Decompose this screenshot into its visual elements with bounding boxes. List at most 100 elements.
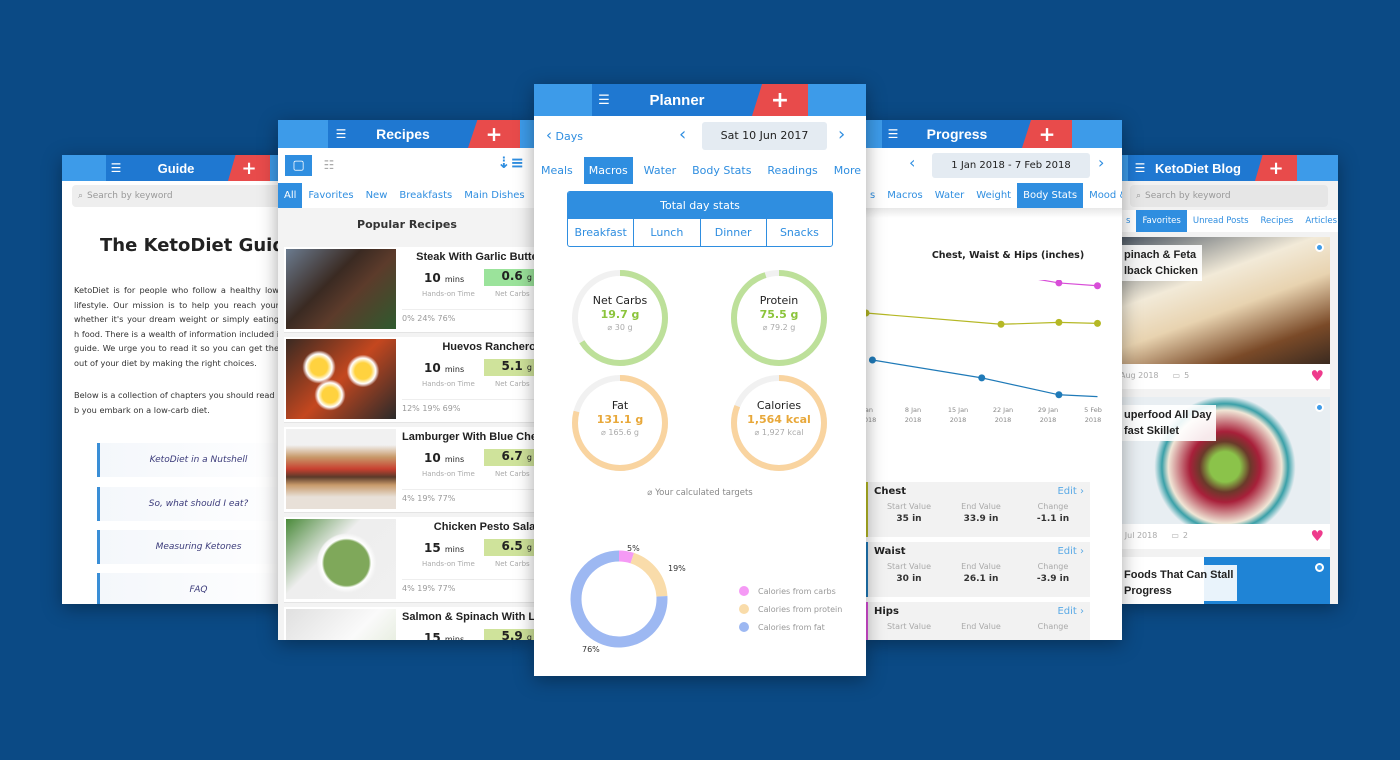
favorite-heart-icon[interactable]: ♥: [1311, 527, 1324, 545]
ring-value: 1,564 kcal: [747, 413, 811, 426]
previous-day-button[interactable]: ‹: [679, 124, 686, 145]
date-range[interactable]: 1 Jan 2018 - 7 Feb 2018: [932, 153, 1090, 178]
menu-icon[interactable]: ☰: [882, 120, 904, 148]
recipe-card[interactable]: Steak With Garlic Butter 10 mins 0.6 g Hand…: [284, 247, 536, 333]
tab-mood-e[interactable]: Mood & E: [1083, 183, 1122, 208]
carbs-value: 5.1: [501, 359, 523, 373]
meal-tab-dinner[interactable]: Dinner: [699, 219, 766, 246]
chapter-link[interactable]: FAQ: [97, 573, 292, 604]
recipe-card[interactable]: Lamburger With Blue Chee 10 mins 6.7 g Hand…: [284, 427, 536, 513]
time-unit: mins: [444, 455, 465, 464]
blog-tabs: sFavoritesUnread PostsRecipesArticlesVi: [1120, 210, 1338, 232]
tab-all[interactable]: All: [278, 183, 303, 208]
legend-swatch: [739, 622, 749, 632]
data-point: [1055, 391, 1063, 399]
blog-post-card[interactable]: Foods That Can Stall Progress: [1120, 557, 1330, 604]
tab-meals[interactable]: Meals: [536, 157, 578, 184]
recipe-image: [286, 339, 396, 419]
recipe-card[interactable]: Huevos Rancheros 10 mins 5.1 g Hands-on Tim…: [284, 337, 536, 423]
days-back-button[interactable]: ‹ Days: [546, 126, 583, 144]
tab-s[interactable]: s: [864, 183, 881, 208]
tab-body-stats[interactable]: Body Stats: [1017, 183, 1084, 208]
time-value: 10: [424, 451, 441, 465]
menu-icon[interactable]: ☰: [1130, 155, 1150, 181]
post-date: l Jul 2018: [1120, 531, 1158, 540]
menu-icon[interactable]: ☰: [330, 120, 352, 148]
stat-name: Waist: [874, 546, 906, 557]
edit-button[interactable]: Edit ›: [1057, 486, 1084, 497]
meal-tab-snacks[interactable]: Snacks: [765, 219, 832, 246]
edit-button[interactable]: Edit ›: [1057, 546, 1084, 557]
menu-icon[interactable]: ☰: [106, 155, 126, 181]
screen-title: Planner: [592, 84, 762, 116]
x-tick-label: 2018: [1040, 416, 1057, 424]
meal-tab-lunch[interactable]: Lunch: [633, 219, 699, 246]
recipe-image: [286, 249, 396, 329]
tab-favorites[interactable]: Favorites: [1136, 210, 1187, 232]
tab-water[interactable]: Water: [639, 157, 682, 184]
data-point: [1055, 318, 1063, 326]
ring-value: 19.7 g: [600, 308, 640, 321]
x-tick-label: 2018: [905, 416, 922, 424]
list-view-icon[interactable]: ☷: [318, 155, 340, 176]
hands-on-time: 15 mins: [424, 541, 464, 555]
blog-post-card[interactable]: pinach & Feta lback Chicken Aug 2018 ▭ 5 ♥: [1120, 237, 1330, 389]
tab-articles[interactable]: Articles: [1299, 210, 1338, 232]
previous-range-button[interactable]: ‹: [909, 153, 915, 172]
hands-on-time: 10 mins: [424, 361, 464, 375]
net-carbs-badge: 5.9 g: [484, 629, 536, 640]
stat-label: End Value: [961, 622, 1001, 631]
meal-tab-breakfast[interactable]: Breakfast: [568, 219, 633, 246]
chapter-link[interactable]: Measuring Ketones: [97, 530, 292, 564]
tab-breakfasts[interactable]: Breakfasts: [393, 183, 458, 208]
recipe-card[interactable]: Salmon & Spinach With Lemon C 15 mins 5.9 …: [284, 607, 536, 640]
targets-note: ⌀ Your calculated targets: [647, 488, 753, 498]
tab-body-stats[interactable]: Body Stats: [687, 157, 756, 184]
x-tick-label: 15 Jan: [948, 406, 968, 414]
tab-macros[interactable]: Macros: [583, 157, 633, 184]
time-value: 15: [424, 631, 441, 640]
sort-icon[interactable]: ⇣≡: [497, 153, 524, 172]
search-input[interactable]: ⌕ Search by keyword: [1130, 185, 1328, 207]
chapter-link[interactable]: KetoDiet in a Nutshell: [97, 443, 292, 477]
next-day-button[interactable]: ›: [838, 124, 845, 145]
donut-slice: [618, 550, 634, 564]
carbs-unit: g: [526, 273, 532, 282]
edit-button[interactable]: Edit ›: [1057, 606, 1084, 617]
search-icon: ⌕: [1136, 191, 1142, 201]
recipe-card[interactable]: Chicken Pesto Salad 15 mins 6.5 g Hands-on …: [284, 517, 536, 603]
blog-post-card[interactable]: uperfood All Day fast Skillet l Jul 2018 ▭…: [1120, 397, 1330, 549]
stat-name: Hips: [874, 606, 899, 617]
tab-readings[interactable]: Readings: [762, 157, 822, 184]
tab-weight[interactable]: Weight: [970, 183, 1017, 208]
tab-favorites[interactable]: Favorites: [302, 183, 359, 208]
donut-label: 5%: [627, 544, 640, 553]
screen-title: Progress: [882, 120, 1032, 148]
donut-label: 76%: [582, 645, 600, 654]
date-selector[interactable]: Sat 10 Jun 2017: [702, 122, 827, 150]
tab-unread-posts[interactable]: Unread Posts: [1187, 210, 1255, 232]
data-point: [997, 320, 1005, 328]
tab-main-dishes[interactable]: Main Dishes: [458, 183, 530, 208]
time-label: Hands-on Time: [422, 560, 475, 568]
next-range-button[interactable]: ›: [1098, 153, 1104, 172]
tab-water[interactable]: Water: [929, 183, 971, 208]
tab-more[interactable]: More: [829, 157, 866, 184]
legend-item: Calories from protein: [739, 600, 842, 618]
grid-view-icon[interactable]: ▢: [285, 155, 312, 176]
search-input[interactable]: ⌕ Search by keyword: [72, 185, 292, 207]
net-carbs-badge: 0.6 g: [484, 269, 536, 286]
chapter-link[interactable]: So, what should I eat?: [97, 487, 292, 521]
favorite-heart-icon[interactable]: ♥: [1311, 367, 1324, 385]
menu-icon[interactable]: ☰: [592, 84, 616, 116]
stat-label: End Value: [961, 562, 1001, 571]
blog-screen: KetoDiet Blog ☰ + ⌕ Search by keyword s Fa…: [1120, 155, 1338, 604]
tab-s[interactable]: s: [1120, 210, 1136, 232]
tab-macros[interactable]: Macros: [881, 183, 928, 208]
carbs-label: Net Carbs: [495, 380, 530, 388]
total-day-stats-button[interactable]: Total day stats: [568, 192, 832, 219]
hands-on-time: 10 mins: [424, 271, 464, 285]
tab-new[interactable]: New: [360, 183, 394, 208]
intro-paragraph: KetoDiet is for people who follow a heal…: [74, 285, 279, 368]
tab-recipes[interactable]: Recipes: [1255, 210, 1300, 232]
